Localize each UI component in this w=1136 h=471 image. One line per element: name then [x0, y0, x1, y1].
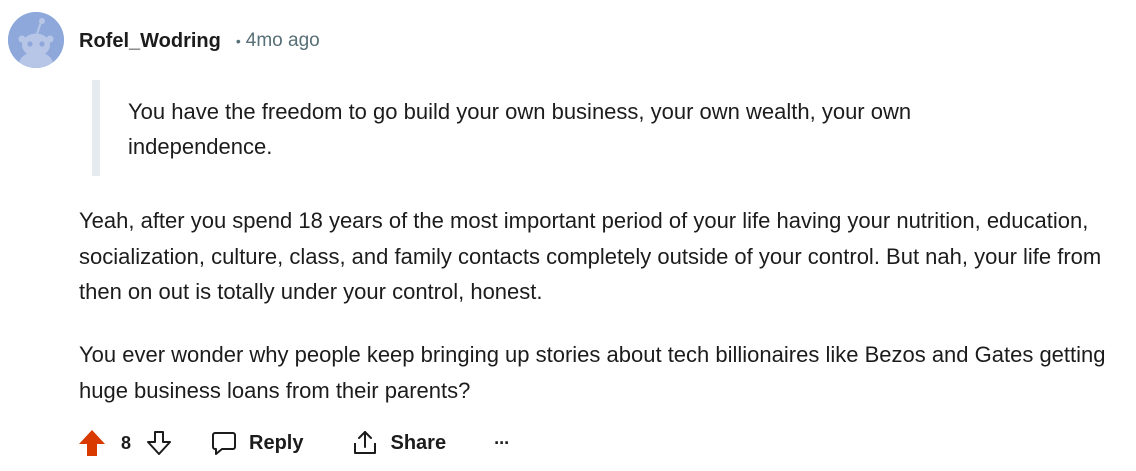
comment-action-bar: 8 Reply Share ···: [76, 423, 510, 463]
comment: Rofel_Wodring • 4mo ago You have the fre…: [0, 0, 1136, 471]
more-options-button[interactable]: ···: [494, 432, 510, 454]
username-link[interactable]: Rofel_Wodring: [79, 30, 221, 53]
share-label: Share: [390, 431, 447, 454]
comment-meta: Rofel_Wodring • 4mo ago: [79, 29, 320, 53]
speech-bubble-icon: [212, 432, 237, 455]
share-arrow-icon: [354, 431, 377, 454]
avatar[interactable]: [8, 12, 64, 68]
reply-label: Reply: [249, 431, 304, 454]
arrow-up-filled-icon: [79, 430, 105, 456]
share-button[interactable]: Share: [351, 429, 446, 457]
arrow-down-outline-icon: [147, 431, 172, 455]
snoo-avatar-icon: [8, 12, 64, 68]
upvote-button[interactable]: [76, 427, 108, 459]
reply-button[interactable]: Reply: [210, 429, 303, 457]
blockquote: You have the freedom to go build your ow…: [92, 80, 1052, 176]
vote-count: 8: [121, 432, 132, 453]
ellipsis-icon: ···: [494, 432, 510, 453]
comment-paragraph: You ever wonder why people keep bringing…: [79, 342, 1106, 403]
meta-separator: •: [235, 33, 241, 49]
downvote-button[interactable]: [144, 428, 174, 458]
timestamp[interactable]: 4mo ago: [246, 30, 320, 52]
comment-paragraph: Yeah, after you spend 18 years of the mo…: [79, 208, 1102, 304]
